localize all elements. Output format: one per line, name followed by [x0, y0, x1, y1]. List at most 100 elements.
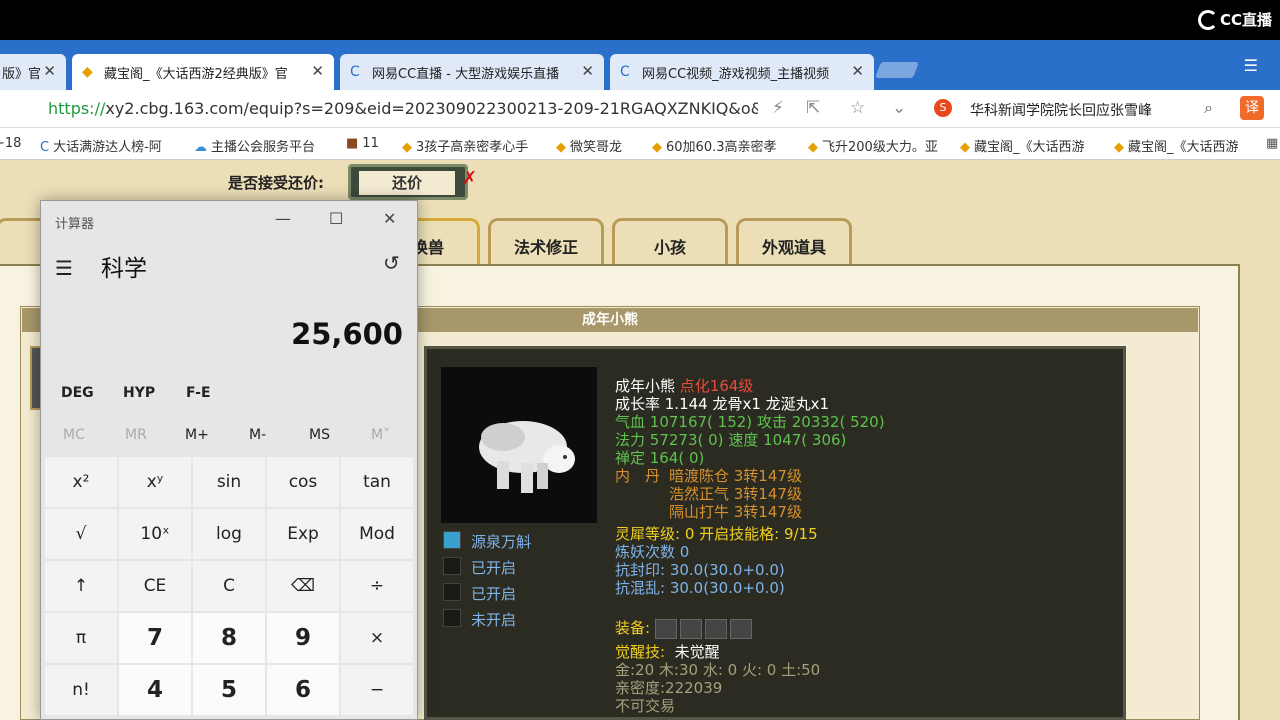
skill-slot-icon[interactable]	[443, 583, 461, 601]
bookmark-item[interactable]: ☁ 主播公会服务平台	[194, 136, 315, 155]
star-icon[interactable]: ☆	[850, 98, 865, 118]
bookmark-item[interactable]: C 大话满游达人榜-阿	[40, 136, 162, 155]
ten-power-button[interactable]: 10ˣ	[119, 509, 191, 559]
close-icon[interactable]: ✕	[43, 62, 56, 80]
mr-button[interactable]: MR	[125, 427, 147, 443]
spd-label: 速度	[728, 431, 759, 449]
maximize-icon[interactable]: ☐	[329, 209, 343, 228]
tab-partial[interactable]: 版》官 ✕	[0, 54, 66, 90]
digit-9-button[interactable]: 9	[267, 613, 339, 663]
address-bar[interactable]: https://xy2.cbg.163.com/equip?s=209&eid=…	[0, 90, 1280, 128]
cc-favicon-icon: C	[620, 64, 630, 80]
equip-slot[interactable]	[729, 618, 752, 639]
new-tab-button[interactable]	[875, 62, 919, 78]
calculator-title: 计算器	[55, 217, 95, 232]
clear-button[interactable]: C	[193, 561, 265, 611]
square-button[interactable]: x²	[45, 457, 117, 507]
bookmark-item[interactable]: ◆ 飞升200级大力。亚	[808, 136, 938, 155]
game-icon: ■	[346, 136, 359, 151]
hyp-button[interactable]: HYP	[123, 385, 155, 401]
bookmark-item[interactable]: ◆ 藏宝阁_《大话西游	[1114, 136, 1239, 155]
bookmark-item[interactable]: ◆ 60加60.3高亲密孝	[652, 136, 777, 155]
factorial-button[interactable]: n!	[45, 665, 117, 715]
cos-button[interactable]: cos	[267, 457, 339, 507]
calculator-window: 计算器 — ☐ ✕ ☰ 科学 ↺ 25,600 DEG HYP F-E MC M…	[40, 200, 418, 720]
video-top-bar: CC直播	[0, 0, 1280, 40]
power-button[interactable]: xʸ	[119, 457, 191, 507]
tab-cc-live[interactable]: C 网易CC直播 - 大型游戏娱乐直播 ✕	[340, 54, 604, 90]
bargain-button[interactable]: 还价	[348, 164, 468, 200]
spd-value: 1047( 306)	[763, 431, 847, 449]
m-plus-button[interactable]: M+	[185, 427, 209, 443]
minus-button[interactable]: −	[341, 665, 413, 715]
lightning-icon[interactable]: ⚡	[772, 98, 784, 118]
tab-spell-fix[interactable]: 法术修正	[488, 218, 604, 264]
cbg-favicon-icon: ◆	[556, 140, 566, 155]
close-icon[interactable]: ✕	[581, 62, 594, 80]
exp-button[interactable]: Exp	[267, 509, 339, 559]
bear-image-icon	[479, 421, 575, 493]
bookmark-label: 飞升200级大力。亚	[822, 140, 938, 155]
skill-slot-icon[interactable]	[443, 557, 461, 575]
bookmark-label: 60加60.3高亲密孝	[666, 140, 777, 155]
sin-button[interactable]: sin	[193, 457, 265, 507]
history-icon[interactable]: ↺	[383, 251, 400, 275]
bookmark-item[interactable]: ◆ 微笑哥龙	[556, 136, 622, 155]
divide-button[interactable]: ÷	[341, 561, 413, 611]
multiply-button[interactable]: ×	[341, 613, 413, 663]
bookmark-item[interactable]: +18	[0, 136, 21, 151]
news-ticker[interactable]: 华科新闻学院院长回应张雪峰	[970, 100, 1152, 120]
tab-cbg[interactable]: ◆ 藏宝阁_《大话西游2经典版》官 ✕	[72, 54, 334, 90]
log-button[interactable]: log	[193, 509, 265, 559]
digit-4-button[interactable]: 4	[119, 665, 191, 715]
equip-slot[interactable]	[654, 618, 677, 639]
url-field[interactable]: https://xy2.cbg.163.com/equip?s=209&eid=…	[48, 99, 758, 118]
ce-button[interactable]: CE	[119, 561, 191, 611]
sogou-icon[interactable]: S	[934, 99, 952, 117]
tab-cc-video[interactable]: C 网易CC视频_游戏视频_主播视频 ✕	[610, 54, 874, 90]
bargain-button-label: 还价	[359, 171, 455, 195]
tan-button[interactable]: tan	[341, 457, 413, 507]
pi-button[interactable]: π	[45, 613, 117, 663]
digit-8-button[interactable]: 8	[193, 613, 265, 663]
cc-favicon-icon: C	[350, 64, 360, 80]
backspace-button[interactable]: ⌫	[267, 561, 339, 611]
digit-6-button[interactable]: 6	[267, 665, 339, 715]
tab-appearance[interactable]: 外观道具	[736, 218, 852, 264]
mc-button[interactable]: MC	[63, 427, 85, 443]
equip-slot[interactable]	[704, 618, 727, 639]
digit-5-button[interactable]: 5	[193, 665, 265, 715]
mod-button[interactable]: Mod	[341, 509, 413, 559]
bookmark-item[interactable]: ◆ 3孩子高亲密孝心手	[402, 136, 528, 155]
search-icon[interactable]: ⌕	[1204, 98, 1213, 118]
sqrt-button[interactable]: √	[45, 509, 117, 559]
deg-button[interactable]: DEG	[61, 385, 94, 401]
share-icon[interactable]: ⇱	[806, 98, 820, 118]
minimize-icon[interactable]: —	[275, 209, 291, 228]
close-icon[interactable]: ✕	[383, 209, 396, 228]
resist-chaos: 抗混乱: 30.0(30.0+0.0)	[615, 579, 785, 597]
bookmark-item[interactable]: ■ 11	[346, 136, 379, 151]
grid-icon[interactable]: ▦	[1266, 136, 1278, 151]
m-list-button[interactable]: M˅	[371, 427, 390, 443]
menu-icon[interactable]: ☰	[1244, 56, 1258, 75]
shift-button[interactable]: ↑	[45, 561, 117, 611]
close-icon[interactable]: ✕	[311, 62, 324, 80]
chevron-down-icon[interactable]: ⌄	[892, 98, 906, 118]
ms-button[interactable]: MS	[309, 427, 330, 443]
tab-child[interactable]: 小孩	[612, 218, 728, 264]
equip-slot[interactable]	[679, 618, 702, 639]
skill-slot-icon[interactable]	[443, 609, 461, 627]
close-icon[interactable]: ✕	[851, 62, 864, 80]
bookmark-item[interactable]: ◆ 藏宝阁_《大话西游	[960, 136, 1085, 155]
m-minus-button[interactable]: M-	[249, 427, 266, 443]
fe-button[interactable]: F-E	[186, 385, 211, 401]
digit-7-button[interactable]: 7	[119, 613, 191, 663]
neidan-label: 内 丹	[615, 467, 661, 485]
skill-icon[interactable]	[443, 531, 461, 549]
cc-watermark: CC直播	[1197, 9, 1272, 30]
hamburger-icon[interactable]: ☰	[55, 256, 73, 280]
tab-label: 网易CC直播 - 大型游戏娱乐直播	[372, 67, 560, 82]
tab-label: 外观道具	[761, 238, 826, 257]
translate-button[interactable]: 译	[1240, 96, 1264, 120]
